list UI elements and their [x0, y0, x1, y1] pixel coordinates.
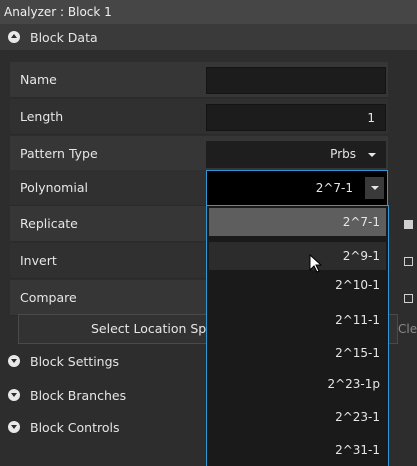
select-location-label: Select Location Sp — [91, 321, 207, 336]
section-label: Block Branches — [30, 387, 127, 403]
name-row: Name — [10, 62, 388, 98]
compare-checkbox[interactable] — [404, 294, 413, 303]
polynomial-option[interactable]: 2^23-1p — [209, 370, 386, 398]
replicate-label: Replicate — [20, 216, 78, 231]
polynomial-dropdown-list: 2^7-1 2^9-1 2^10-1 2^11-1 2^15-1 2^23-1p… — [206, 205, 389, 466]
compare-label: Compare — [20, 290, 77, 305]
length-row: Length 1 — [10, 99, 388, 135]
chevron-down-icon — [371, 186, 379, 190]
expand-icon — [8, 421, 20, 433]
pattern-type-select[interactable]: Prbs — [206, 141, 386, 168]
polynomial-option[interactable]: 2^15-1 — [209, 339, 386, 367]
pattern-type-label: Pattern Type — [20, 146, 98, 161]
section-label: Block Settings — [30, 353, 120, 369]
invert-checkbox[interactable] — [404, 257, 413, 266]
polynomial-option[interactable]: 2^23-1 — [209, 403, 386, 431]
polynomial-option[interactable]: 2^9-1 — [209, 242, 386, 270]
expand-icon — [8, 389, 20, 401]
length-field[interactable]: 1 — [206, 104, 386, 131]
polynomial-select[interactable]: 2^7-1 — [206, 170, 388, 206]
clear-button[interactable]: Clear — [398, 314, 417, 344]
window-title: Analyzer : Block 1 — [0, 0, 417, 24]
polynomial-option[interactable]: 2^11-1 — [209, 306, 386, 334]
polynomial-option[interactable]: 2^7-1 — [209, 208, 386, 236]
polynomial-row: Polynomial 2^7-1 — [10, 170, 388, 206]
pattern-type-row: Pattern Type Prbs — [10, 136, 388, 172]
polynomial-value: 2^7-1 — [315, 181, 353, 195]
replicate-checkbox[interactable] — [404, 220, 413, 229]
polynomial-label: Polynomial — [20, 180, 88, 195]
name-field[interactable] — [206, 67, 386, 94]
section-block-data[interactable]: Block Data — [0, 24, 417, 50]
polynomial-option[interactable]: 2^10-1 — [209, 271, 386, 299]
invert-label: Invert — [20, 253, 57, 268]
pattern-type-value: Prbs — [330, 147, 356, 161]
collapse-icon — [8, 31, 20, 43]
mouse-cursor-icon — [309, 254, 323, 273]
section-label: Block Data — [30, 29, 98, 45]
name-label: Name — [20, 72, 57, 87]
polynomial-option[interactable]: 2^31-1 — [209, 436, 386, 464]
length-value: 1 — [367, 111, 375, 125]
expand-icon — [8, 355, 20, 367]
section-label: Block Controls — [30, 419, 120, 435]
length-label: Length — [20, 109, 64, 124]
polynomial-dropdown-button[interactable] — [365, 177, 384, 199]
chevron-down-icon — [368, 153, 376, 157]
